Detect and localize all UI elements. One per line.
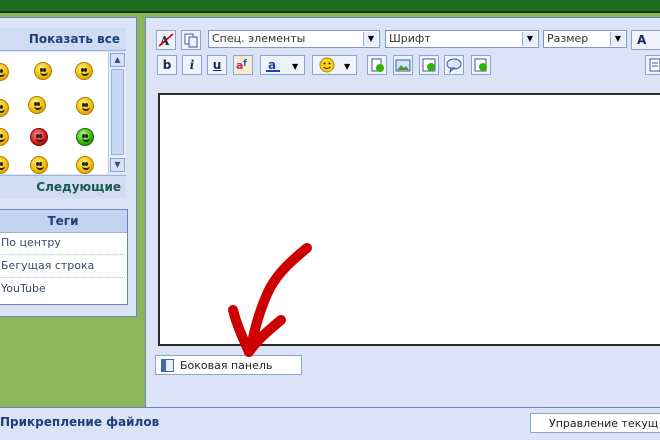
font-color-letter: A (637, 33, 647, 47)
tag-item-label: По центру (1, 236, 61, 249)
tag-item-label: YouTube (1, 282, 46, 295)
italic-label: i (189, 58, 195, 72)
smilies-footer: Следующие (0, 175, 126, 198)
tags-title: Теги (47, 214, 79, 228)
font-color-button[interactable]: A (631, 30, 660, 50)
tags-header: Теги (0, 210, 127, 233)
size-select[interactable]: Размер ▼ (543, 30, 627, 48)
smilies-grid (0, 52, 108, 174)
manage-current-button[interactable]: Управление текущ (530, 413, 660, 433)
smiley-icon[interactable] (0, 156, 9, 174)
footer-bar: Прикрепление файлов Управление текущ (0, 407, 660, 440)
underline-button[interactable]: u (207, 55, 227, 75)
smiley-icon[interactable] (0, 63, 9, 81)
tag-item-center[interactable]: По центру (1, 232, 125, 255)
show-all-link[interactable]: Показать все (29, 32, 120, 46)
side-panel-icon (161, 359, 174, 372)
top-banner (0, 0, 660, 13)
svg-text:▼: ▼ (344, 62, 351, 71)
svg-text:f: f (243, 59, 247, 69)
tag-item-marquee[interactable]: Бегущая строка (1, 255, 125, 278)
size-value: Размер (547, 32, 589, 45)
more-tools-icon[interactable] (645, 55, 660, 75)
bold-button[interactable]: b (157, 55, 177, 75)
green-smiley-icon[interactable] (76, 128, 94, 146)
smiley-icon[interactable] (0, 99, 9, 117)
manage-current-label: Управление текущ (549, 417, 659, 430)
tag-item-youtube[interactable]: YouTube (1, 278, 125, 300)
tags-panel: Теги По центру Бегущая строка YouTube (0, 209, 128, 305)
chevron-down-icon: ▼ (610, 32, 625, 46)
special-elements-value: Спец. элементы (212, 32, 306, 45)
svg-text:▼: ▼ (292, 62, 299, 71)
remove-format-icon[interactable]: A (156, 30, 176, 50)
smiley-icon[interactable] (28, 96, 46, 114)
bold-label: b (162, 58, 172, 72)
smiley-icon[interactable] (0, 128, 9, 146)
scroll-up-icon[interactable]: ▲ (110, 53, 125, 67)
svg-text:a: a (268, 58, 276, 72)
underline-label: u (212, 58, 222, 72)
attach-files-link[interactable]: Прикрепление файлов (0, 415, 159, 429)
insert-quote-icon[interactable] (444, 55, 464, 75)
italic-button[interactable]: i (182, 55, 202, 75)
font-select[interactable]: Шрифт ▼ (385, 30, 539, 48)
angry-smiley-icon[interactable] (30, 128, 48, 146)
font-value: Шрифт (389, 32, 431, 45)
red-arrow-annotation (228, 243, 312, 357)
next-link[interactable]: Следующие (36, 180, 121, 194)
smilies-scrollbar[interactable]: ▲ ▼ (108, 52, 126, 174)
tag-item-label: Бегущая строка (1, 259, 95, 272)
smilies-header[interactable]: Показать все (0, 28, 126, 51)
toggle-mode-icon[interactable] (181, 30, 201, 50)
insert-code-icon[interactable] (471, 55, 491, 75)
special-elements-select[interactable]: Спец. элементы ▼ (208, 30, 380, 48)
smiley-icon[interactable] (30, 156, 48, 174)
smiley-icon[interactable] (75, 62, 93, 80)
chevron-down-icon: ▼ (522, 32, 537, 46)
text-style-icon[interactable]: af (233, 55, 253, 75)
side-panel-label: Боковая панель (180, 359, 273, 372)
scroll-down-icon[interactable]: ▼ (110, 158, 125, 172)
insert-image-icon[interactable] (393, 55, 413, 75)
text-color-dropdown[interactable]: a ▼ (260, 55, 305, 75)
scroll-thumb[interactable] (111, 69, 124, 155)
insert-link-icon[interactable] (367, 55, 387, 75)
smiley-dropdown[interactable]: ▼ (312, 55, 357, 75)
smiley-icon[interactable] (34, 62, 52, 80)
smiley-icon[interactable] (76, 97, 94, 115)
insert-media-icon[interactable] (419, 55, 439, 75)
smiley-icon[interactable] (76, 156, 94, 174)
chevron-down-icon: ▼ (363, 32, 378, 46)
